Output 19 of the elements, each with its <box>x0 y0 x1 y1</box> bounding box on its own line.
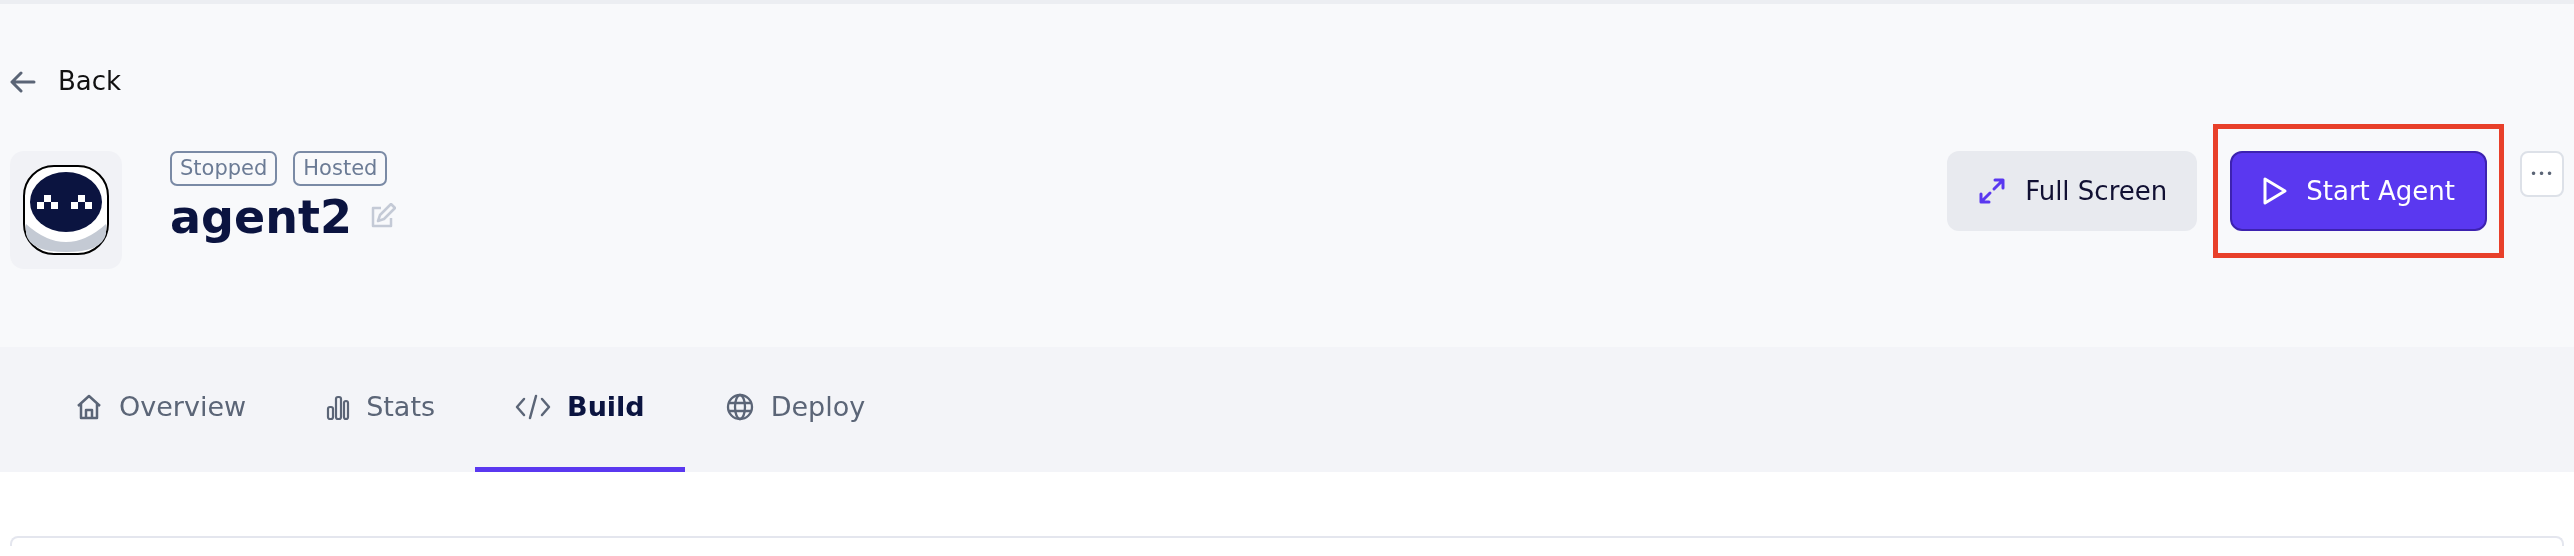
nav-tab[interactable]: Build <box>475 347 685 472</box>
expand-icon <box>1977 176 2008 206</box>
nav-tab[interactable]: Deploy <box>684 347 906 472</box>
play-icon <box>2262 176 2289 206</box>
back-arrow-icon <box>10 70 36 93</box>
start-button[interactable]: Start Agent <box>2230 151 2487 231</box>
more-button[interactable]: ••• <box>2520 151 2564 197</box>
home-icon <box>75 393 103 421</box>
nav-tab[interactable]: Stats <box>286 347 476 472</box>
bar-chart-icon <box>326 393 351 421</box>
status-tag: Stopped <box>170 151 278 187</box>
nav-tab[interactable]: Overview <box>35 347 287 472</box>
back-link[interactable]: Back <box>10 62 122 101</box>
robot-icon <box>22 164 110 256</box>
fullscreen-button[interactable]: Full Screen <box>1947 151 2198 231</box>
status-tag: Hosted <box>293 151 388 187</box>
code-icon <box>515 393 552 421</box>
agent-name: agent2 <box>170 194 352 241</box>
globe-icon <box>724 392 755 422</box>
